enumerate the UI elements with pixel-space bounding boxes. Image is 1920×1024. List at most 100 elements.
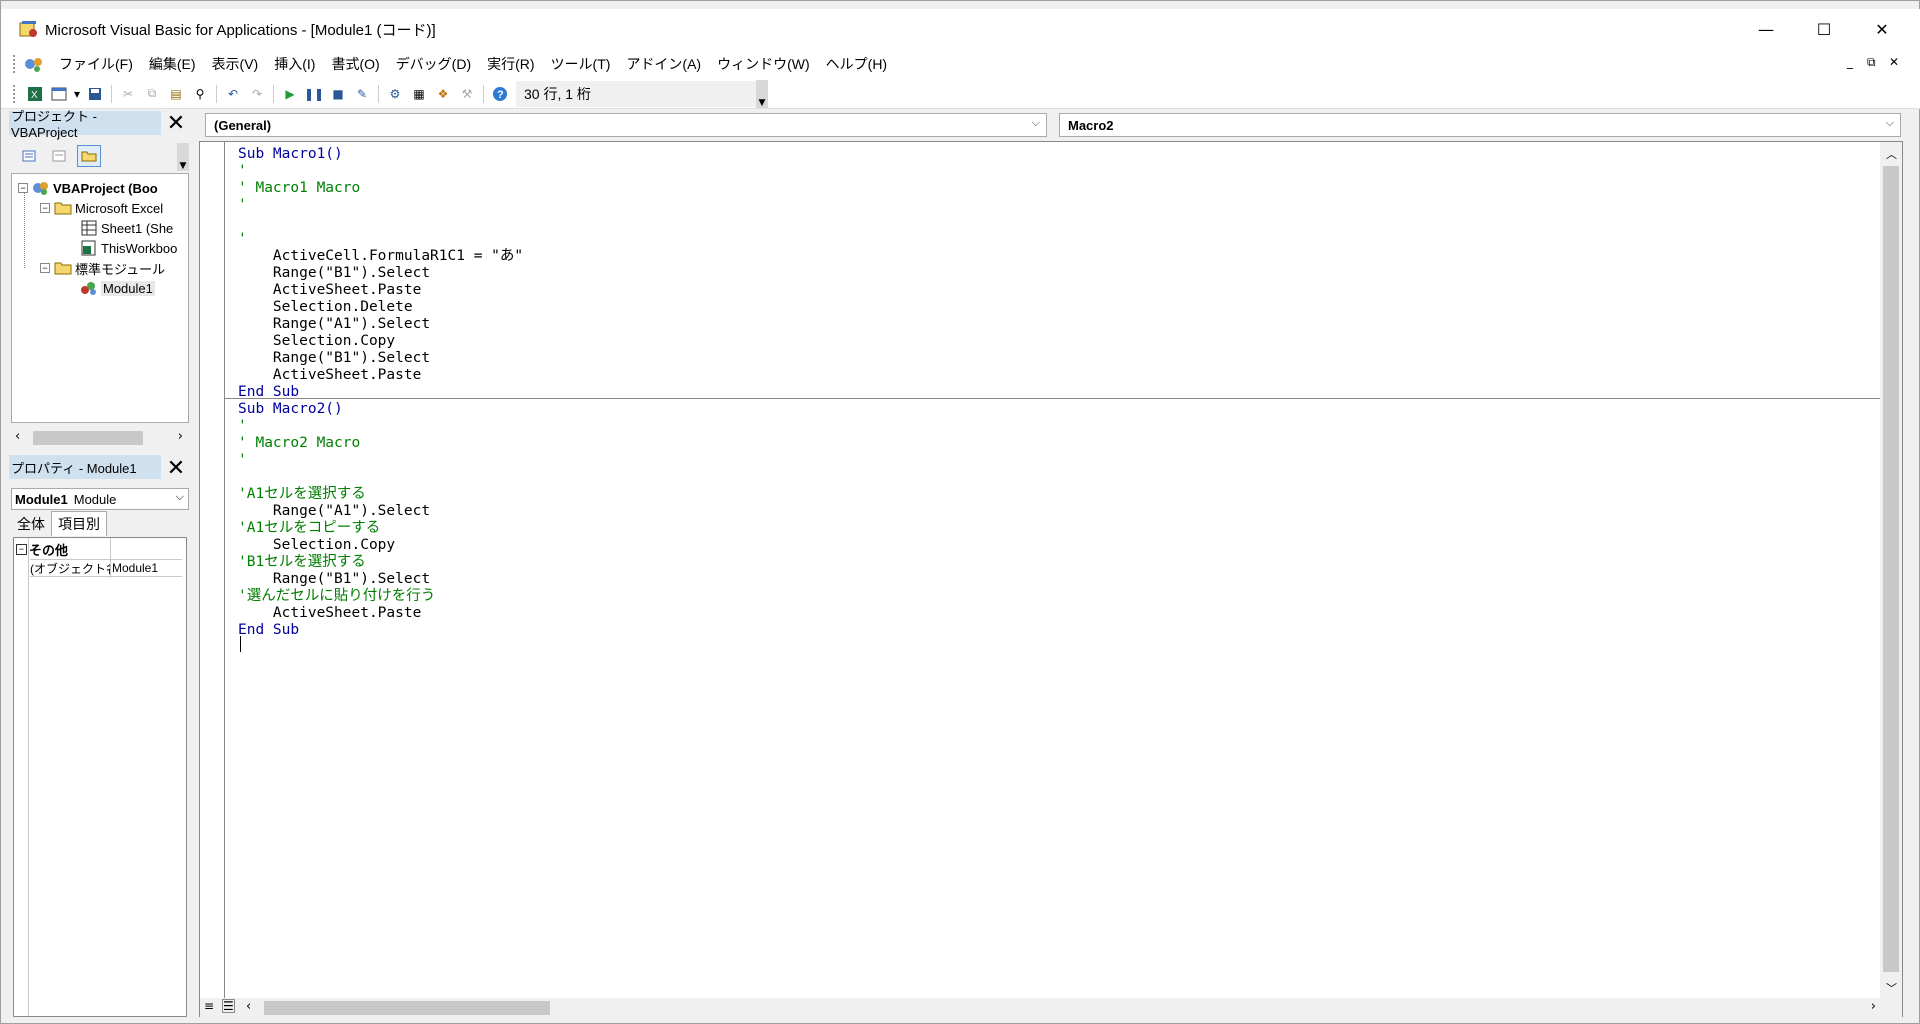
scrollbar-thumb[interactable] xyxy=(1883,166,1899,972)
view-excel-button[interactable]: X xyxy=(23,83,47,105)
code-editor[interactable]: Sub Macro1() ' ' Macro1 Macro ' ' ActiveCell… xyxy=(199,141,1903,1018)
scroll-right-icon[interactable]: › xyxy=(178,429,183,444)
tree-item-thisworkbook[interactable]: ThisWorkboo xyxy=(80,238,177,258)
property-value[interactable]: Module1 xyxy=(112,561,158,575)
code-line[interactable]: End Sub xyxy=(238,622,299,639)
tree-item-vbaproject[interactable]: − VBAProject (Boo xyxy=(18,178,158,198)
collapse-toggle[interactable]: − xyxy=(40,263,50,273)
code-line[interactable]: Sub Macro2() xyxy=(238,401,343,418)
code-line[interactable]: Range("A1").Select xyxy=(238,503,430,520)
object-browser-button[interactable]: ❖ xyxy=(431,83,455,105)
procedure-combo[interactable]: Macro2 ⌵ xyxy=(1059,113,1901,137)
properties-object-combo[interactable]: Module1 Module ⌵ xyxy=(11,488,189,510)
object-combo[interactable]: (General) ⌵ xyxy=(205,113,1047,137)
menu-edit[interactable]: 編集(E) xyxy=(141,54,204,74)
scrollbar-thumb[interactable] xyxy=(33,431,143,445)
properties-panel-close-button[interactable]: ✕ xyxy=(165,456,187,481)
code-vscrollbar[interactable]: ︿ ﹀ xyxy=(1880,142,1902,1018)
code-line[interactable]: ' xyxy=(238,452,247,469)
copy-button[interactable]: ⧉ xyxy=(140,83,164,105)
code-line[interactable]: ActiveSheet.Paste xyxy=(238,282,421,299)
find-button[interactable]: ⚲ xyxy=(188,83,212,105)
help-button[interactable]: ? xyxy=(488,83,512,105)
menu-help[interactable]: ヘルプ(H) xyxy=(818,54,895,74)
code-line[interactable]: '選んだセルに貼り付けを行う xyxy=(238,588,435,605)
tree-item-module1[interactable]: Module1 xyxy=(80,278,155,298)
toolbar-grip[interactable] xyxy=(13,84,17,103)
mdi-minimize-button[interactable]: _ xyxy=(1847,55,1853,69)
insert-module-button[interactable] xyxy=(47,83,71,105)
design-mode-button[interactable]: ✎ xyxy=(350,83,374,105)
menu-view[interactable]: 表示(V) xyxy=(204,54,267,74)
scrollbar-thumb[interactable] xyxy=(264,1001,550,1015)
cut-button[interactable]: ✂ xyxy=(116,83,140,105)
tab-categorized[interactable]: 項目別 xyxy=(51,511,107,536)
code-line[interactable]: Range("B1").Select xyxy=(238,350,430,367)
toolbar-overflow-button[interactable]: ▼ xyxy=(756,79,768,108)
category-row[interactable]: − その他 xyxy=(16,540,184,558)
code-line[interactable]: ActiveCell.FormulaR1C1 = "あ" xyxy=(238,248,523,265)
code-line[interactable]: Sub Macro1() xyxy=(238,146,343,163)
vba-menu-icon[interactable] xyxy=(23,54,47,74)
code-line[interactable]: Selection.Copy xyxy=(238,333,395,350)
collapse-toggle[interactable]: − xyxy=(16,543,27,555)
mdi-close-button[interactable]: ✕ xyxy=(1889,55,1899,69)
tree-item-standard-modules[interactable]: − 標準モジュール xyxy=(40,258,165,278)
menu-insert[interactable]: 挿入(I) xyxy=(266,54,323,74)
tab-alphabetic[interactable]: 全体 xyxy=(11,512,51,536)
code-hscrollbar[interactable]: ≡ ☰ ‹ › xyxy=(200,998,1882,1018)
code-line[interactable]: ' Macro2 Macro xyxy=(238,435,360,452)
menubar-grip[interactable] xyxy=(13,55,17,73)
code-line[interactable]: ' xyxy=(238,418,247,435)
scroll-left-icon[interactable]: ‹ xyxy=(246,999,251,1014)
menu-format[interactable]: 書式(O) xyxy=(323,54,387,74)
code-line[interactable]: ' Macro1 Macro xyxy=(238,180,360,197)
scroll-down-icon[interactable]: ﹀ xyxy=(1886,980,1897,996)
undo-button[interactable]: ↶ xyxy=(221,83,245,105)
menu-debug[interactable]: デバッグ(D) xyxy=(388,54,479,74)
mdi-restore-button[interactable]: ⧉ xyxy=(1867,55,1876,70)
menu-run[interactable]: 実行(R) xyxy=(479,54,542,74)
property-row-name[interactable]: (オブジェクト名) Module1 xyxy=(30,559,182,577)
maximize-button[interactable]: ☐ xyxy=(1795,9,1853,49)
properties-window-button[interactable]: ▦ xyxy=(407,83,431,105)
view-code-button[interactable] xyxy=(17,145,41,167)
break-button[interactable]: ❚❚ xyxy=(302,83,326,105)
scroll-left-icon[interactable]: ‹ xyxy=(15,429,20,444)
paste-button[interactable]: ▤ xyxy=(164,83,188,105)
project-toolbar-overflow[interactable]: ▼ xyxy=(177,143,189,171)
code-line[interactable]: ActiveSheet.Paste xyxy=(238,605,421,622)
view-object-button[interactable] xyxy=(47,145,71,167)
project-explorer-button[interactable]: ⚙ xyxy=(383,83,407,105)
menu-addins[interactable]: アドイン(A) xyxy=(618,54,709,74)
scroll-right-icon[interactable]: › xyxy=(1871,999,1876,1014)
code-line[interactable]: 'A1セルを選択する xyxy=(238,486,366,503)
tree-item-sheet1[interactable]: Sheet1 (She xyxy=(80,218,173,238)
run-button[interactable]: ▶ xyxy=(278,83,302,105)
code-line[interactable]: Range("A1").Select xyxy=(238,316,430,333)
collapse-toggle[interactable]: − xyxy=(18,183,28,193)
toolbox-button[interactable]: ⚒ xyxy=(455,83,479,105)
full-module-view-icon[interactable]: ☰ xyxy=(222,999,235,1013)
close-button[interactable]: ✕ xyxy=(1853,9,1911,49)
code-line[interactable]: Selection.Copy xyxy=(238,537,395,554)
redo-button[interactable]: ↷ xyxy=(245,83,269,105)
code-line[interactable]: ' xyxy=(238,231,247,248)
code-line[interactable]: Range("B1").Select xyxy=(238,571,430,588)
toggle-folders-button[interactable] xyxy=(77,145,101,167)
code-line[interactable]: Range("B1").Select xyxy=(238,265,430,282)
save-button[interactable] xyxy=(83,83,107,105)
reset-button[interactable]: ■ xyxy=(326,83,350,105)
code-line[interactable]: ' xyxy=(238,197,247,214)
procedure-view-icon[interactable]: ≡ xyxy=(204,999,214,1013)
tree-item-excel-objects[interactable]: − Microsoft Excel xyxy=(40,198,163,218)
menu-window[interactable]: ウィンドウ(W) xyxy=(709,54,818,74)
menu-file[interactable]: ファイル(F) xyxy=(51,54,141,74)
code-line[interactable]: Selection.Delete xyxy=(238,299,413,316)
code-line[interactable]: ' xyxy=(238,163,247,180)
scroll-up-icon[interactable]: ︿ xyxy=(1886,146,1897,162)
project-panel-close-button[interactable]: ✕ xyxy=(165,111,187,136)
insert-dropdown-button[interactable]: ▾ xyxy=(71,83,83,105)
collapse-toggle[interactable]: − xyxy=(40,203,50,213)
project-tree-hscrollbar[interactable]: ‹ › xyxy=(11,427,189,449)
